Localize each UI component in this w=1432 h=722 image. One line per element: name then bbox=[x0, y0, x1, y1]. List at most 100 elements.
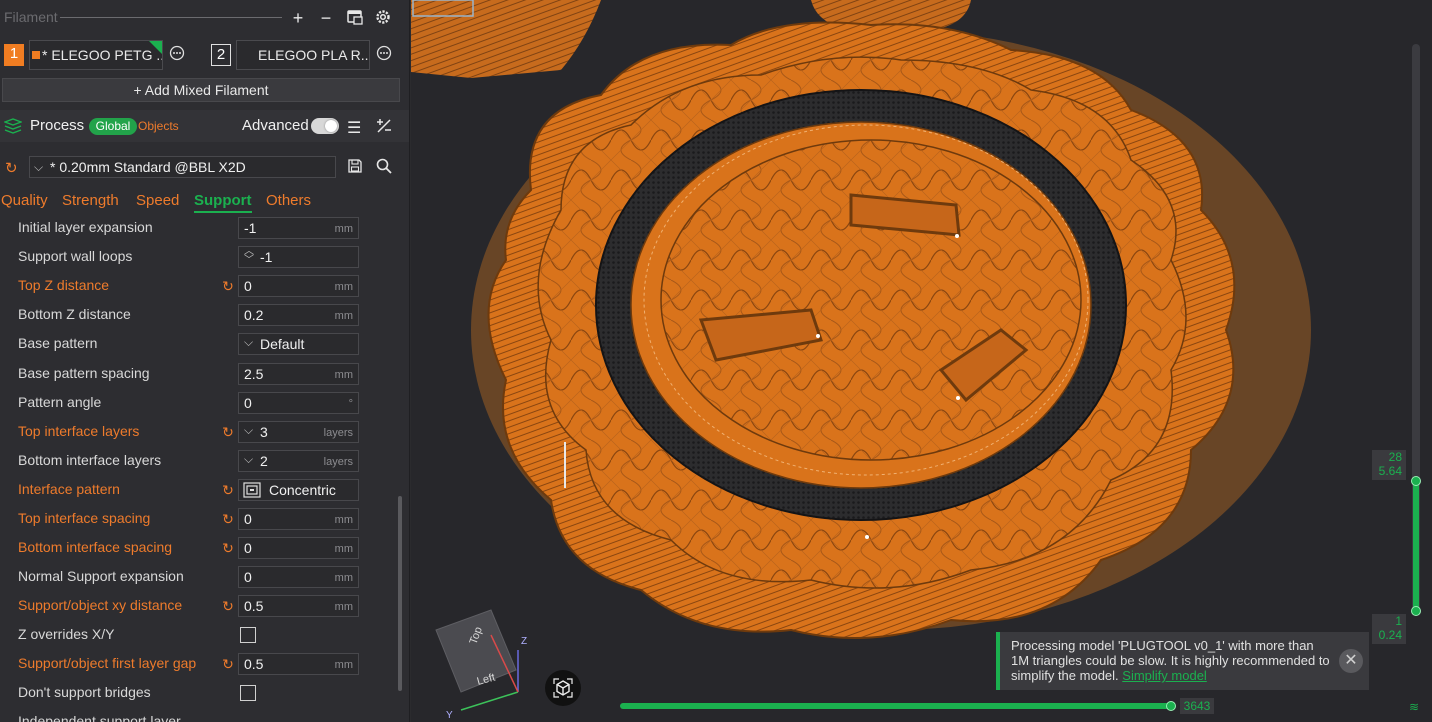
setting-value: 2.5 bbox=[244, 366, 264, 382]
filament-slot-1-name: * ELEGOO PETG ... bbox=[42, 47, 163, 63]
setting-value: 2 bbox=[260, 453, 268, 469]
close-icon[interactable]: ✕ bbox=[1339, 649, 1363, 673]
setting-label: Support/object first layer gap bbox=[18, 655, 197, 671]
reset-icon[interactable]: ↻ bbox=[220, 278, 236, 294]
setting-combo[interactable]: ⌵ 2 layers bbox=[238, 450, 359, 472]
reset-icon[interactable]: ↻ bbox=[220, 540, 236, 556]
setting-dropdown[interactable]: Concentric bbox=[238, 479, 359, 501]
layer-slider-range bbox=[1413, 480, 1419, 613]
setting-label: Support/object xy distance bbox=[18, 597, 183, 613]
3d-viewport[interactable]: Top Left Z Y bbox=[411, 0, 1432, 722]
setting-input[interactable]: 0.2 mm bbox=[238, 304, 359, 326]
setting-label: Initial layer expansion bbox=[18, 219, 153, 235]
reset-icon[interactable]: ↻ bbox=[220, 424, 236, 440]
setting-value: 0 bbox=[244, 395, 252, 411]
save-preset-icon[interactable] bbox=[347, 158, 363, 177]
filament-color-swatch bbox=[32, 51, 40, 59]
global-toggle[interactable]: Global bbox=[89, 118, 137, 135]
setting-input[interactable]: 0 ° bbox=[238, 392, 359, 414]
reset-icon[interactable]: ↻ bbox=[220, 482, 236, 498]
setting-input[interactable]: 0.5 mm bbox=[238, 653, 359, 675]
layer-slider-bottom-handle[interactable] bbox=[1411, 606, 1421, 616]
setting-value: 0 bbox=[244, 511, 252, 527]
reset-preset-icon[interactable]: ↻ bbox=[5, 159, 18, 177]
filament-sync-icon[interactable] bbox=[345, 8, 365, 28]
simplify-model-link[interactable]: Simplify model bbox=[1122, 668, 1207, 683]
setting-unit: mm bbox=[334, 281, 353, 293]
setting-spinner[interactable]: ︿ ﹀ -1 bbox=[238, 246, 359, 268]
chevron-down-icon: ⌵ bbox=[244, 452, 254, 466]
setting-unit: mm bbox=[334, 514, 353, 526]
list-icon[interactable]: ☰ bbox=[347, 118, 361, 138]
setting-value: -1 bbox=[244, 220, 257, 236]
svg-text:Y: Y bbox=[446, 710, 453, 721]
setting-row-bottom-z-distance: Bottom Z distance 0.2 mm bbox=[0, 301, 390, 330]
setting-input[interactable]: 0 mm bbox=[238, 275, 359, 297]
setting-unit: mm bbox=[334, 659, 353, 671]
setting-row-top-interface-spacing: Top interface spacing ↻ 0 mm bbox=[0, 505, 390, 534]
gear-icon[interactable] bbox=[373, 8, 393, 28]
tab-quality[interactable]: Quality bbox=[1, 192, 48, 209]
add-mixed-filament-button[interactable]: + Add Mixed Filament bbox=[2, 78, 400, 102]
tab-others[interactable]: Others bbox=[266, 192, 311, 209]
setting-label: Interface pattern bbox=[18, 481, 120, 497]
more-options-icon[interactable] bbox=[167, 45, 187, 65]
setting-input[interactable]: 0 mm bbox=[238, 566, 359, 588]
setting-unit: mm bbox=[334, 310, 353, 322]
view-mode-button[interactable] bbox=[545, 670, 581, 706]
layer-top-number: 28 bbox=[1388, 450, 1402, 464]
more-options-icon[interactable] bbox=[374, 45, 394, 65]
setting-row-initial-layer-expansion: Initial layer expansion -1 mm bbox=[0, 214, 390, 243]
setting-input[interactable]: 0.5 mm bbox=[238, 595, 359, 617]
setting-combo[interactable]: ⌵ 3 layers bbox=[238, 421, 359, 443]
setting-unit: mm bbox=[334, 223, 353, 235]
setting-input[interactable]: 0 mm bbox=[238, 537, 359, 559]
setting-row-top-interface-layers: Top interface layers ↻ ⌵ 3 layers bbox=[0, 418, 390, 447]
setting-label: Bottom interface layers bbox=[18, 452, 162, 468]
layers-icon[interactable]: ≋ bbox=[1409, 700, 1419, 714]
reset-icon[interactable]: ↻ bbox=[220, 656, 236, 672]
tab-strength[interactable]: Strength bbox=[62, 192, 119, 209]
setting-unit: mm bbox=[334, 601, 353, 613]
chevron-down-icon: ⌵ bbox=[34, 160, 44, 174]
setting-row-base-pattern-spacing: Base pattern spacing 2.5 mm bbox=[0, 360, 390, 389]
tab-support[interactable]: Support bbox=[194, 192, 252, 209]
setting-unit: ° bbox=[348, 398, 353, 410]
search-icon[interactable] bbox=[375, 157, 393, 178]
setting-input[interactable]: 2.5 mm bbox=[238, 363, 359, 385]
setting-dropdown[interactable]: ⌵ Default bbox=[238, 333, 359, 355]
compare-icon[interactable] bbox=[375, 117, 393, 138]
remove-icon[interactable]: − bbox=[316, 8, 336, 28]
move-slider-track[interactable] bbox=[620, 703, 1173, 709]
process-preset-name: * 0.20mm Standard @BBL X2D bbox=[50, 159, 246, 175]
process-layers-icon bbox=[3, 118, 23, 137]
settings-scrollbar[interactable] bbox=[398, 496, 402, 691]
move-slider-handle[interactable] bbox=[1166, 701, 1176, 711]
add-icon[interactable]: + bbox=[288, 8, 308, 28]
process-preset-select[interactable]: ⌵ * 0.20mm Standard @BBL X2D bbox=[29, 156, 336, 178]
setting-input[interactable]: -1 mm bbox=[238, 217, 359, 239]
layer-slider-top-handle[interactable] bbox=[1411, 476, 1421, 486]
setting-checkbox[interactable] bbox=[240, 627, 256, 643]
advanced-toggle[interactable] bbox=[311, 118, 339, 134]
setting-input[interactable]: 0 mm bbox=[238, 508, 359, 530]
reset-icon[interactable]: ↻ bbox=[220, 598, 236, 614]
setting-checkbox[interactable] bbox=[240, 685, 256, 701]
setting-row-top-z-distance: Top Z distance ↻ 0 mm bbox=[0, 272, 390, 301]
filament-title: Filament bbox=[4, 9, 58, 25]
setting-row-z-overrides-xy: Z overrides X/Y bbox=[0, 621, 390, 650]
setting-row-dont-support-bridges: Don't support bridges bbox=[0, 679, 390, 708]
setting-row-bottom-interface-layers: Bottom interface layers ⌵ 2 layers bbox=[0, 447, 390, 476]
add-mixed-filament-label: Add Mixed Filament bbox=[144, 82, 269, 98]
tab-speed[interactable]: Speed bbox=[136, 192, 179, 209]
objects-toggle[interactable]: Objects bbox=[138, 119, 179, 133]
reset-icon[interactable]: ↻ bbox=[220, 511, 236, 527]
setting-value: -1 bbox=[260, 249, 273, 265]
concentric-pattern-icon bbox=[243, 482, 261, 501]
filament-slot-1-select[interactable]: * ELEGOO PETG ... bbox=[29, 40, 163, 70]
filament-divider bbox=[60, 17, 282, 18]
setting-value: Default bbox=[260, 336, 305, 352]
setting-value: 0 bbox=[244, 540, 252, 556]
setting-row-pattern-angle: Pattern angle 0 ° bbox=[0, 389, 390, 418]
filament-slot-2-select[interactable]: ELEGOO PLA R... bbox=[236, 40, 370, 70]
